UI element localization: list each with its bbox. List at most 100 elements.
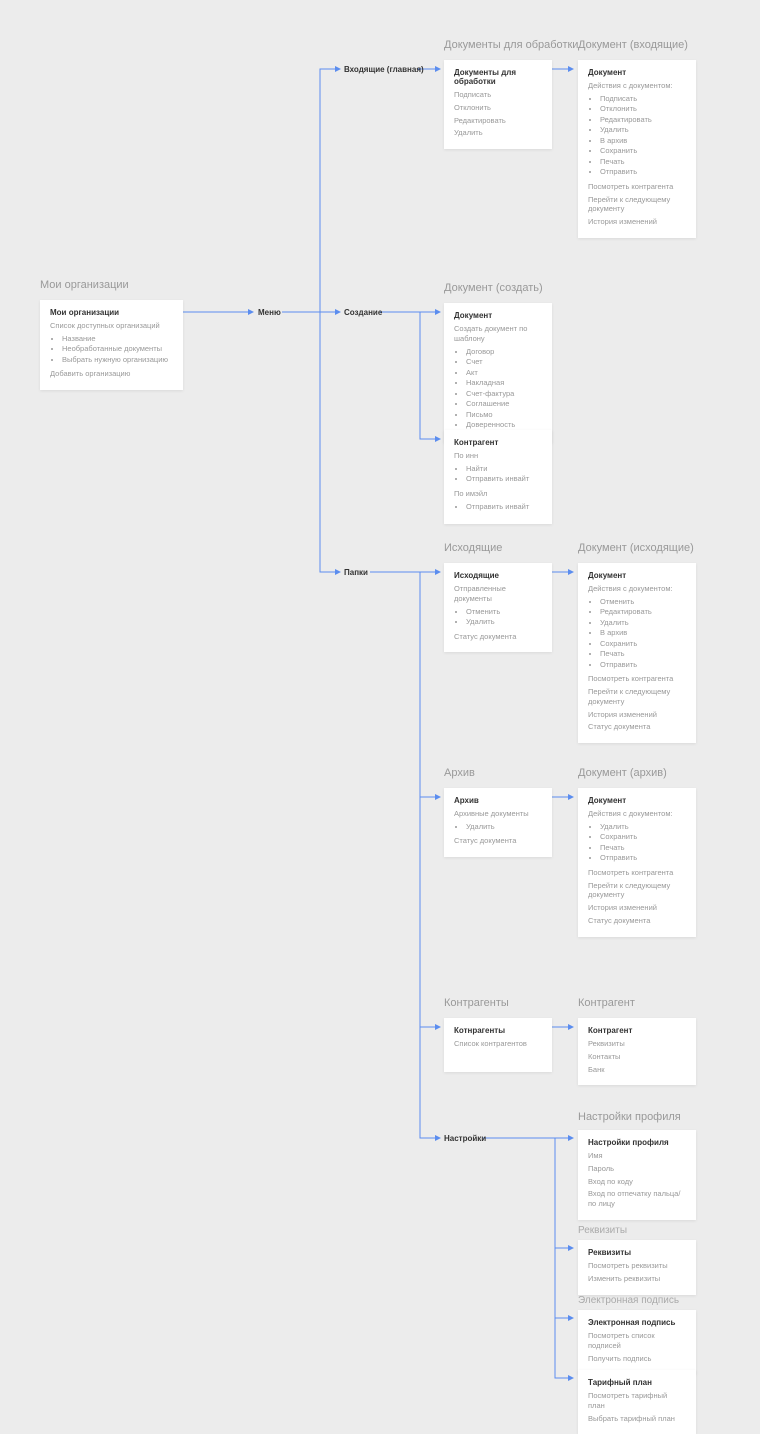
section-title-docs-processing: Документы для обработки [444,39,578,51]
list-item: Редактировать [600,607,686,618]
card-contragents: Котнрагенты Список контрагентов [444,1018,552,1072]
card-line: Посмотреть тарифный план [588,1391,686,1411]
node-creation: Создание [344,308,382,317]
section-title-profile-settings: Настройки профиля [578,1111,681,1123]
list-item: Отправить [600,660,686,671]
card-text: Действия с документом: [588,584,686,594]
node-folders: Папки [344,568,368,577]
list-item: Выбрать нужную организацию [62,355,173,366]
card-text: По имэйл [454,489,542,499]
list-item: Соглашение [466,399,542,410]
card-line: Отклонить [454,103,542,113]
card-doc-incoming: Документ Действия с документом: Подписат… [578,60,696,238]
node-menu: Меню [258,308,281,317]
card-line: Статус документа [588,722,686,732]
card-title: Реквизиты [588,1248,686,1257]
card-lines: Посмотреть контрагентаПерейти к следующе… [588,868,686,926]
list-item: Сохранить [600,832,686,843]
card-lines: РеквизитыКонтактыБанк [588,1039,686,1074]
card-line: Вход по отпечатку пальца/по лицу [588,1189,686,1209]
list-item: Редактировать [600,115,686,126]
node-inbox-main: Входящие (главная) [344,65,424,74]
card-contragent-create: Контрагент По инн НайтиОтправить инвайт … [444,430,552,524]
card-text: Отправленные документы [454,584,542,604]
list-item: Счет-фактура [466,389,542,400]
card-line: Редактировать [454,116,542,126]
card-title: Документ [588,571,686,580]
card-text: Добавить организацию [50,369,173,379]
card-list: ОтменитьРедактироватьУдалитьВ архивСохра… [588,597,686,671]
card-title: Электронная подпись [588,1318,686,1327]
card-lines: Подписать Отклонить Редактировать Удалить [454,90,542,138]
card-line: Имя [588,1151,686,1161]
list-item: Удалить [466,617,542,628]
card-text: Статус документа [454,836,542,846]
card-title: Документ [588,68,686,77]
list-item: Отклонить [600,104,686,115]
list-item: Отправить инвайт [466,502,542,513]
card-line: История изменений [588,903,686,913]
card-title: Котнрагенты [454,1026,542,1035]
card-line: Перейти к следующему документу [588,195,686,215]
card-title: Документ [588,796,686,805]
card-lines: Имя Пароль Вход по коду Вход по отпечатку п… [588,1151,686,1209]
card-line: Изменить реквизиты [588,1274,686,1284]
card-list: ОтменитьУдалить [454,607,542,628]
card-title: Документы для обработки [454,68,542,86]
floating-title-requisites: Реквизиты [578,1225,627,1236]
list-item: Печать [600,649,686,660]
list-item: В архив [600,136,686,147]
card-profile-settings: Настройки профиля ИмяПарольВход по кодуВ… [578,1130,696,1220]
list-item: Счет [466,357,542,368]
list-item: Удалить [600,125,686,136]
card-text: По инн [454,451,542,461]
card-doc-create: Документ Создать документ по шаблону Дог… [444,303,552,443]
card-line: Удалить [454,128,542,138]
list-item: Удалить [466,822,542,833]
card-line: Пароль [588,1164,686,1174]
card-contragent: Контрагент РеквизитыКонтактыБанк [578,1018,696,1085]
card-lines: Посмотреть тарифный планВыбрать тарифный… [588,1391,686,1423]
list-item: Отправить инвайт [466,474,542,485]
list-item: Сохранить [600,146,686,157]
card-title: Мои организации [50,308,173,317]
list-item: Акт [466,368,542,379]
card-line: Посмотреть реквизиты [588,1261,686,1271]
card-line: Статус документа [588,916,686,926]
card-title: Документ [454,311,542,320]
card-line: Перейти к следующему документу [588,881,686,901]
card-line: Посмотреть контрагента [588,182,686,192]
card-list: Удалить [454,822,542,833]
card-text: Архивные документы [454,809,542,819]
node-settings: Настройки [444,1134,486,1143]
list-item: Договор [466,347,542,358]
card-list: ДоговорСчетАктНакладнаяСчет-фактураСогла… [454,347,542,431]
section-title-doc-create: Документ (создать) [444,282,543,294]
list-item: Название [62,334,173,345]
card-line: Посмотреть контрагента [588,674,686,684]
card-line: Вход по коду [588,1177,686,1187]
card-line: Реквизиты [588,1039,686,1049]
card-text: Действия с документом: [588,809,686,819]
card-title: Архив [454,796,542,805]
list-item: Накладная [466,378,542,389]
card-lines: Посмотреть контрагента Перейти к следующе… [588,182,686,227]
card-line: Подписать [454,90,542,100]
card-line: Контакты [588,1052,686,1062]
card-esign: Электронная подпись Посмотреть список по… [578,1310,696,1374]
list-item: Печать [600,843,686,854]
card-outgoing: Исходящие Отправленные документы Отменит… [444,563,552,652]
section-title-contragents: Контрагенты [444,997,509,1009]
card-list: НайтиОтправить инвайт [454,464,542,485]
card-lines: Посмотреть контрагентаПерейти к следующе… [588,674,686,732]
card-list: УдалитьСохранитьПечатьОтправить [588,822,686,864]
list-item: Удалить [600,822,686,833]
list-item: Отправить [600,167,686,178]
card-list: Отправить инвайт [454,502,542,513]
list-item: Найти [466,464,542,475]
section-title-contragent: Контрагент [578,997,635,1009]
section-title-doc-archive: Документ (архив) [578,767,667,779]
card-text: Действия с документом: [588,81,686,91]
card-lines: Посмотреть реквизиты Изменить реквизиты [588,1261,686,1284]
list-item: Отменить [600,597,686,608]
